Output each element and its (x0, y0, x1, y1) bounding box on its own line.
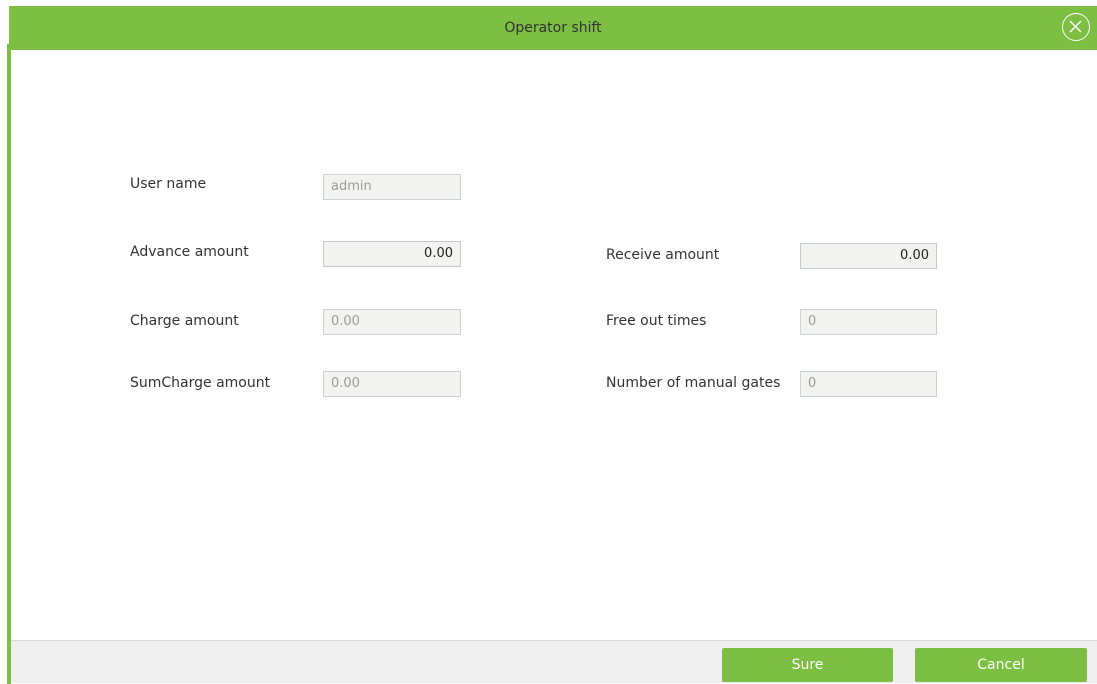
free-out-times-label: Free out times (606, 313, 707, 329)
close-icon[interactable] (1062, 13, 1090, 41)
sumcharge-amount-label: SumCharge amount (130, 375, 271, 391)
dialog-title: Operator shift (504, 20, 602, 36)
receive-amount-label: Receive amount (606, 247, 720, 263)
free-out-times-field[interactable]: 0 (800, 309, 937, 335)
advance-amount-label: Advance amount (130, 244, 249, 260)
sure-button[interactable]: Sure (722, 648, 893, 682)
manual-gates-field[interactable]: 0 (800, 371, 937, 397)
user-name-label: User name (130, 176, 207, 192)
manual-gates-label: Number of manual gates (606, 375, 781, 391)
charge-amount-field[interactable]: 0.00 (323, 309, 461, 335)
user-name-field[interactable]: admin (323, 174, 461, 200)
receive-amount-field[interactable]: 0.00 (800, 243, 937, 269)
dialog-title-bar: Operator shift (9, 6, 1097, 50)
sumcharge-amount-field[interactable]: 0.00 (323, 371, 461, 397)
dialog-left-border (7, 44, 11, 684)
operator-shift-dialog: Operator shift User name admin Advance a… (0, 0, 1097, 684)
charge-amount-label: Charge amount (130, 313, 239, 329)
cancel-button[interactable]: Cancel (915, 648, 1087, 682)
advance-amount-field[interactable]: 0.00 (323, 241, 461, 267)
